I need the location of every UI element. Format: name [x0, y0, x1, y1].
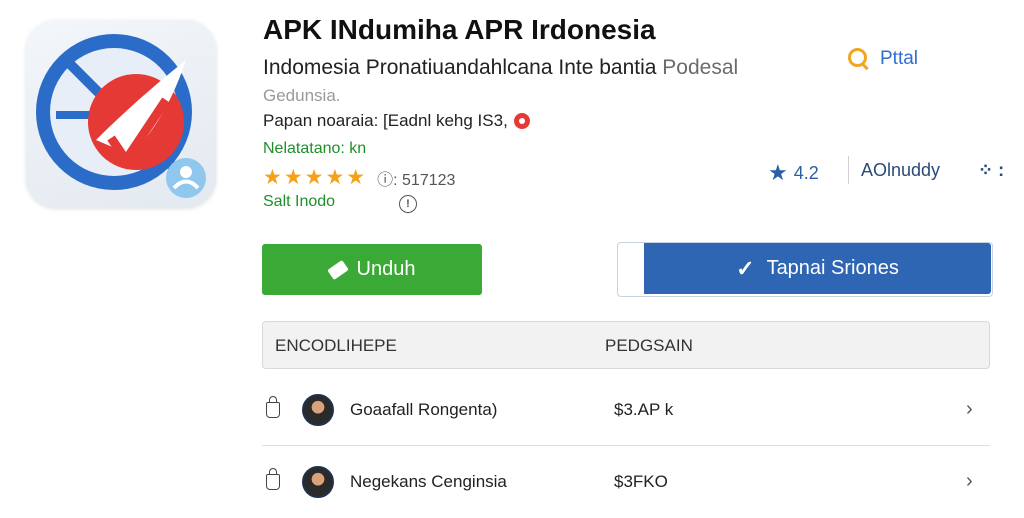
rating-row: ★★★★★ ⓘ: 517123: [263, 165, 455, 190]
download-button[interactable]: Unduh: [262, 244, 482, 295]
app-title: APK INdumiha APR Irdonesia: [263, 14, 656, 45]
publisher-row: Papan noaraia: [Eadnl kehg IS3,: [263, 111, 530, 131]
more-options-icon[interactable]: ⁘ :: [978, 160, 1004, 181]
subtitle-muted: Podesal: [662, 56, 739, 79]
divider: [848, 156, 849, 184]
location-pin-icon: [513, 113, 530, 129]
search-icon: [848, 48, 870, 70]
subtitle-main: Indomesia Pronatiuandahlcana Inte bantia: [263, 56, 663, 79]
star-icon: ★: [768, 160, 788, 185]
check-icon: ✓: [736, 255, 755, 281]
download-label: Unduh: [356, 258, 416, 280]
review-count: ⓘ: 517123: [377, 171, 456, 189]
star-rating: ★★★★★: [263, 166, 368, 189]
shopping-bag-icon: [266, 396, 280, 418]
table-row[interactable]: Goaafall Rongenta) $3.AP k ›: [262, 376, 990, 446]
table-header: ENCODLIHEPE PEDGSAIN: [262, 321, 990, 369]
search-link[interactable]: Pttal: [848, 48, 918, 70]
avatar: [302, 466, 334, 498]
rating-value: 4.2: [793, 162, 819, 183]
secondary-action-button[interactable]: ✓ Tapnai Sriones: [644, 243, 991, 294]
app-icon: [26, 20, 216, 208]
secondary-label: Tapnai Sriones: [766, 257, 899, 279]
shopping-bag-icon: [266, 468, 280, 490]
search-label: Pttal: [880, 48, 919, 69]
chevron-right-icon[interactable]: ›: [966, 470, 973, 493]
rating-summary: ★ 4.2: [768, 160, 819, 186]
row-name: Negekans Cenginsia: [350, 472, 507, 491]
row-price: $3FKO: [614, 472, 668, 491]
app-subtitle: Indomesia Pronatiuandahlcana Inte bantia…: [263, 56, 738, 80]
author-link[interactable]: AOlnuddy: [861, 160, 940, 181]
tag-icon: [326, 259, 349, 280]
column-header-price: PEDGSAIN: [605, 336, 693, 355]
category-label: Nelatatano: kn: [263, 140, 367, 157]
column-header-name: ENCODLIHEPE: [275, 336, 397, 355]
app-logo-icon: [36, 34, 206, 198]
row-price: $3.AP k: [614, 400, 674, 419]
avatar: [302, 394, 334, 426]
table-row[interactable]: Negekans Cenginsia $3FKO ›: [262, 448, 990, 518]
chevron-right-icon[interactable]: ›: [966, 398, 973, 421]
app-subtitle-secondary: Gedunsia.: [263, 86, 341, 105]
safety-label: Salt Inodo: [263, 193, 336, 210]
row-name: Goaafall Rongenta): [350, 400, 498, 419]
publisher-label: Papan noaraia: [Eadnl kehg IS3,: [263, 111, 508, 130]
info-icon[interactable]: !: [399, 195, 417, 213]
